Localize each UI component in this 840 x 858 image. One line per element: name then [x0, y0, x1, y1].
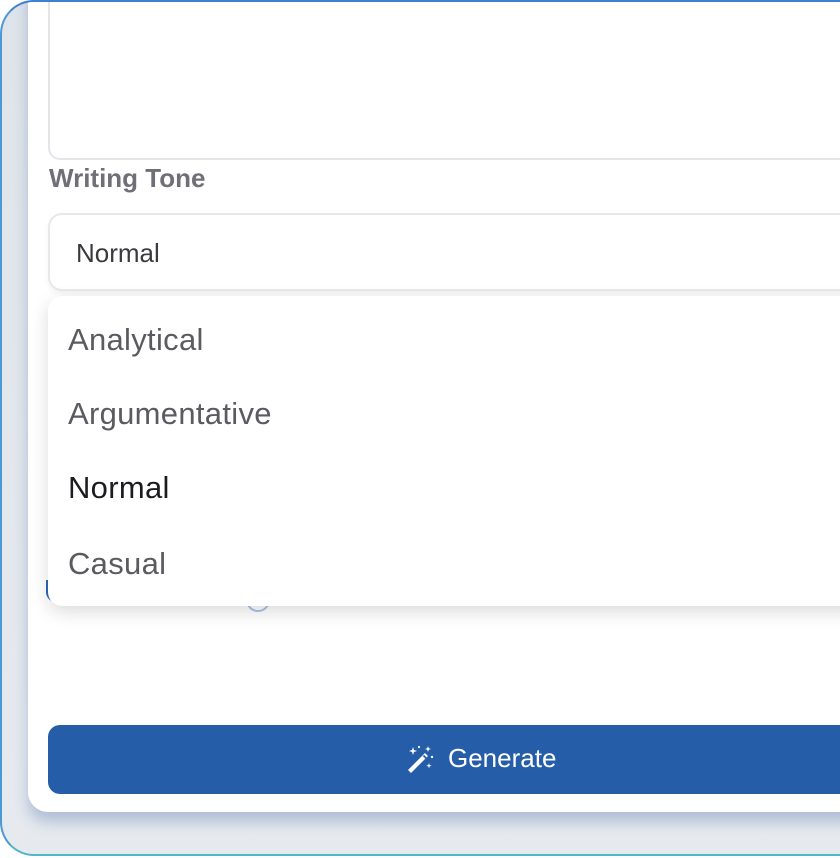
tone-option-argumentative[interactable]: Argumentative — [68, 396, 272, 432]
tone-option-casual[interactable]: Casual — [68, 546, 166, 582]
generate-button-content: Generate — [404, 743, 556, 774]
writing-tone-select-value: Normal — [76, 238, 160, 268]
app-frame: Writing Tone Normal Analytical Argumenta… — [0, 0, 840, 856]
prompt-textarea[interactable] — [48, 2, 840, 160]
writing-tone-label: Writing Tone — [49, 163, 206, 193]
writing-tone-select[interactable]: Normal — [48, 213, 840, 291]
generate-button[interactable]: Generate — [48, 725, 840, 794]
generate-button-label: Generate — [448, 743, 557, 773]
writing-tone-dropdown: Analytical Argumentative Normal Casual — [48, 296, 840, 606]
magic-wand-icon — [408, 745, 434, 773]
tone-option-normal[interactable]: Normal — [68, 470, 170, 506]
tone-option-analytical[interactable]: Analytical — [68, 322, 204, 358]
